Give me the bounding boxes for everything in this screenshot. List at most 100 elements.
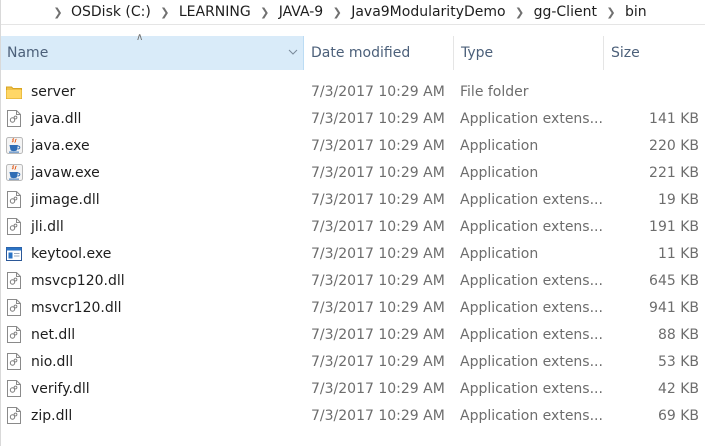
file-name: keytool.exe bbox=[31, 245, 112, 262]
file-size: 69 KB bbox=[657, 407, 699, 424]
chevron-right-icon[interactable]: ❯ bbox=[257, 6, 273, 19]
file-size: 220 KB bbox=[649, 137, 699, 154]
file-size: 221 KB bbox=[649, 164, 699, 181]
file-row[interactable]: java.exe 7/3/2017 10:29 AM Application 220 … bbox=[1, 132, 705, 159]
dll-file-icon bbox=[5, 353, 23, 371]
chevron-right-icon[interactable]: ❯ bbox=[157, 6, 173, 19]
file-name: verify.dll bbox=[31, 380, 90, 397]
dll-file-icon bbox=[5, 272, 23, 290]
file-type: Application extens... bbox=[460, 110, 603, 127]
file-type: Application extens... bbox=[460, 218, 603, 235]
dll-file-icon bbox=[5, 110, 23, 128]
file-type: Application bbox=[460, 245, 539, 262]
file-name-cell: java.dll bbox=[1, 110, 304, 128]
chevron-right-icon[interactable]: ❯ bbox=[603, 6, 619, 19]
file-date-modified: 7/3/2017 10:29 AM bbox=[311, 83, 445, 100]
file-name-cell: nio.dll bbox=[1, 353, 304, 371]
file-name-cell: zip.dll bbox=[1, 407, 304, 425]
breadcrumb-item-bin[interactable]: bin bbox=[623, 4, 649, 20]
file-type: Application extens... bbox=[460, 272, 603, 289]
file-type: Application extens... bbox=[460, 380, 603, 397]
file-name: nio.dll bbox=[31, 353, 74, 370]
file-size: 53 KB bbox=[657, 353, 699, 370]
file-size: 191 KB bbox=[649, 218, 699, 235]
column-header-type[interactable]: Type bbox=[454, 36, 604, 70]
file-type: Application extens... bbox=[460, 326, 603, 343]
file-size: 88 KB bbox=[657, 326, 699, 343]
file-date-modified: 7/3/2017 10:29 AM bbox=[311, 407, 445, 424]
file-name: zip.dll bbox=[31, 407, 73, 424]
file-size: 42 KB bbox=[657, 380, 699, 397]
file-date-modified: 7/3/2017 10:29 AM bbox=[311, 380, 445, 397]
app-window-icon bbox=[5, 245, 23, 263]
file-name-cell: javaw.exe bbox=[1, 164, 304, 182]
file-row[interactable]: jimage.dll 7/3/2017 10:29 AM Application e… bbox=[1, 186, 705, 213]
file-list: server 7/3/2017 10:29 AM File folder java.d… bbox=[1, 78, 705, 429]
file-type: Application extens... bbox=[460, 407, 603, 424]
dll-file-icon bbox=[5, 191, 23, 209]
column-header-date[interactable]: Date modified bbox=[304, 36, 454, 70]
column-header-name[interactable]: ∧ Name bbox=[1, 32, 304, 70]
file-row[interactable]: jli.dll 7/3/2017 10:29 AM Application exte… bbox=[1, 213, 705, 240]
file-type: Application extens... bbox=[460, 299, 603, 316]
file-name-cell: net.dll bbox=[1, 326, 304, 344]
breadcrumb-item-gg-client[interactable]: gg-Client bbox=[532, 4, 599, 20]
column-header: ∧ Name Date modified Type Size bbox=[1, 32, 705, 70]
breadcrumb-item-modularity-demo[interactable]: Java9ModularityDemo bbox=[349, 4, 507, 20]
breadcrumb-item-learning[interactable]: LEARNING bbox=[177, 4, 253, 20]
file-date-modified: 7/3/2017 10:29 AM bbox=[311, 299, 445, 316]
chevron-right-icon[interactable]: ❯ bbox=[512, 6, 528, 19]
file-name: jimage.dll bbox=[31, 191, 100, 208]
column-header-size[interactable]: Size bbox=[604, 36, 705, 70]
file-row[interactable]: server 7/3/2017 10:29 AM File folder bbox=[1, 78, 705, 105]
file-name: net.dll bbox=[31, 326, 76, 343]
sort-ascending-icon: ∧ bbox=[136, 32, 144, 43]
breadcrumb: ❯ OSDisk (C:) ❯ LEARNING ❯ JAVA-9 ❯ Java… bbox=[1, 0, 705, 25]
dll-file-icon bbox=[5, 407, 23, 425]
file-row[interactable]: msvcr120.dll 7/3/2017 10:29 AM Application… bbox=[1, 294, 705, 321]
file-name-cell: server bbox=[1, 83, 304, 101]
file-date-modified: 7/3/2017 10:29 AM bbox=[311, 218, 445, 235]
file-row[interactable]: javaw.exe 7/3/2017 10:29 AM Application 221… bbox=[1, 159, 705, 186]
file-explorer-window: ❯ OSDisk (C:) ❯ LEARNING ❯ JAVA-9 ❯ Java… bbox=[0, 0, 705, 446]
file-name-cell: java.exe bbox=[1, 137, 304, 155]
file-size: 645 KB bbox=[649, 272, 699, 289]
file-type: Application extens... bbox=[460, 191, 603, 208]
file-name: msvcp120.dll bbox=[31, 272, 125, 289]
file-date-modified: 7/3/2017 10:29 AM bbox=[311, 326, 445, 343]
file-name: java.exe bbox=[31, 137, 90, 154]
breadcrumb-item-java9[interactable]: JAVA-9 bbox=[277, 4, 325, 20]
file-name-cell: jli.dll bbox=[1, 218, 304, 236]
breadcrumb-item-osdisk[interactable]: OSDisk (C:) bbox=[69, 4, 153, 20]
chevron-right-icon[interactable]: ❯ bbox=[51, 6, 65, 19]
dll-file-icon bbox=[5, 299, 23, 317]
file-row[interactable]: java.dll 7/3/2017 10:29 AM Application ext… bbox=[1, 105, 705, 132]
file-size: 141 KB bbox=[649, 110, 699, 127]
file-row[interactable]: zip.dll 7/3/2017 10:29 AM Application exte… bbox=[1, 402, 705, 429]
chevron-right-icon[interactable]: ❯ bbox=[329, 6, 345, 19]
dll-file-icon bbox=[5, 218, 23, 236]
file-type: Application bbox=[460, 164, 539, 181]
file-date-modified: 7/3/2017 10:29 AM bbox=[311, 191, 445, 208]
file-row[interactable]: keytool.exe 7/3/2017 10:29 AM Application 1… bbox=[1, 240, 705, 267]
column-header-name-label: Name bbox=[7, 45, 49, 61]
file-name: jli.dll bbox=[31, 218, 64, 235]
file-row[interactable]: msvcp120.dll 7/3/2017 10:29 AM Application… bbox=[1, 267, 705, 294]
file-date-modified: 7/3/2017 10:29 AM bbox=[311, 353, 445, 370]
file-size: 11 KB bbox=[657, 245, 699, 262]
chevron-down-icon[interactable] bbox=[288, 47, 298, 57]
file-size: 19 KB bbox=[657, 191, 699, 208]
file-name-cell: keytool.exe bbox=[1, 245, 304, 263]
file-row[interactable]: nio.dll 7/3/2017 10:29 AM Application exte… bbox=[1, 348, 705, 375]
file-row[interactable]: net.dll 7/3/2017 10:29 AM Application exte… bbox=[1, 321, 705, 348]
column-header-size-label: Size bbox=[611, 45, 640, 61]
file-name: javaw.exe bbox=[31, 164, 100, 181]
file-name: java.dll bbox=[31, 110, 82, 127]
folder-icon bbox=[5, 83, 23, 101]
file-name-cell: msvcr120.dll bbox=[1, 299, 304, 317]
file-date-modified: 7/3/2017 10:29 AM bbox=[311, 272, 445, 289]
file-row[interactable]: verify.dll 7/3/2017 10:29 AM Application e… bbox=[1, 375, 705, 402]
dll-file-icon bbox=[5, 380, 23, 398]
dll-file-icon bbox=[5, 326, 23, 344]
file-date-modified: 7/3/2017 10:29 AM bbox=[311, 137, 445, 154]
